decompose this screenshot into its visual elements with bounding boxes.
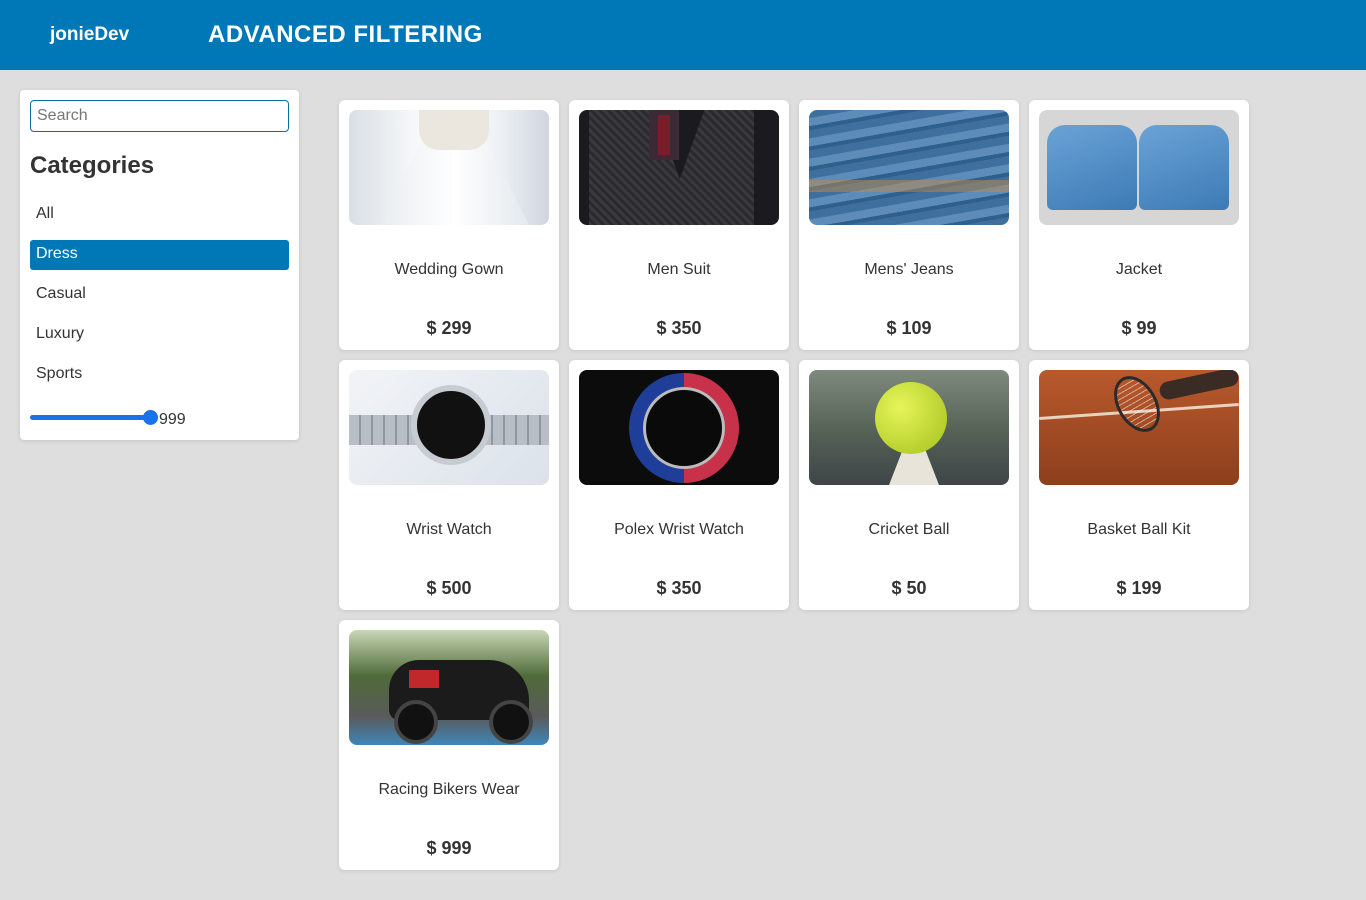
- wedding-gown-image: [349, 110, 549, 225]
- tennis-racket-image: [1039, 370, 1239, 485]
- filter-sidebar: Categories All Dress Casual Luxury Sport…: [20, 90, 299, 440]
- product-name: Polex Wrist Watch: [614, 521, 744, 538]
- product-price: $ 199: [1116, 578, 1162, 598]
- product-price: $ 299: [426, 318, 472, 338]
- product-name: Wrist Watch: [406, 521, 492, 538]
- category-item-luxury[interactable]: Luxury: [30, 320, 289, 350]
- product-card[interactable]: Men Suit $ 350: [569, 100, 789, 350]
- product-card[interactable]: Wedding Gown $ 299: [339, 100, 559, 350]
- category-item-sports[interactable]: Sports: [30, 360, 289, 390]
- product-name: Mens' Jeans: [864, 261, 954, 278]
- jacket-image: [1039, 110, 1239, 225]
- ball-image: [809, 370, 1009, 485]
- top-navbar: jonieDev ADVANCED FILTERING: [0, 0, 1366, 70]
- product-name: Jacket: [1115, 261, 1163, 278]
- category-list: All Dress Casual Luxury Sports: [30, 200, 289, 400]
- product-price: $ 109: [886, 318, 932, 338]
- search-input[interactable]: [30, 100, 289, 132]
- product-price: $ 350: [656, 318, 702, 338]
- product-price: $ 350: [656, 578, 702, 598]
- product-name: Racing Bikers Wear: [378, 781, 520, 798]
- categories-heading: Categories: [30, 152, 155, 179]
- product-card[interactable]: Mens' Jeans $ 109: [799, 100, 1019, 350]
- product-price: $ 99: [1121, 318, 1157, 338]
- category-item-casual[interactable]: Casual: [30, 280, 289, 310]
- men-suit-image: [579, 110, 779, 225]
- wrist-watch-image: [349, 370, 549, 485]
- product-card[interactable]: Basket Ball Kit $ 199: [1029, 360, 1249, 610]
- product-card[interactable]: Jacket $ 99: [1029, 100, 1249, 350]
- product-card[interactable]: Cricket Ball $ 50: [799, 360, 1019, 610]
- product-card[interactable]: Racing Bikers Wear $ 999: [339, 620, 559, 870]
- category-item-all[interactable]: All: [30, 200, 289, 230]
- page-title: ADVANCED FILTERING: [208, 21, 483, 48]
- category-item-dress[interactable]: Dress: [30, 240, 289, 270]
- product-card[interactable]: Polex Wrist Watch $ 350: [569, 360, 789, 610]
- product-price: $ 50: [891, 578, 927, 598]
- product-card[interactable]: Wrist Watch $ 500: [339, 360, 559, 610]
- product-name: Wedding Gown: [394, 261, 504, 278]
- product-price: $ 999: [426, 838, 472, 858]
- product-price: $ 500: [426, 578, 472, 598]
- price-slider-value: 999: [159, 411, 186, 428]
- product-name: Cricket Ball: [868, 521, 950, 538]
- brand-logo-text[interactable]: jonieDev: [50, 24, 129, 46]
- price-slider-thumb[interactable]: [143, 410, 158, 425]
- price-slider[interactable]: 999: [30, 408, 289, 430]
- polex-watch-image: [579, 370, 779, 485]
- product-name: Basket Ball Kit: [1087, 521, 1191, 538]
- price-slider-track[interactable]: [30, 415, 156, 420]
- jeans-image: [809, 110, 1009, 225]
- motorbike-image: [349, 630, 549, 745]
- product-name: Men Suit: [647, 261, 711, 278]
